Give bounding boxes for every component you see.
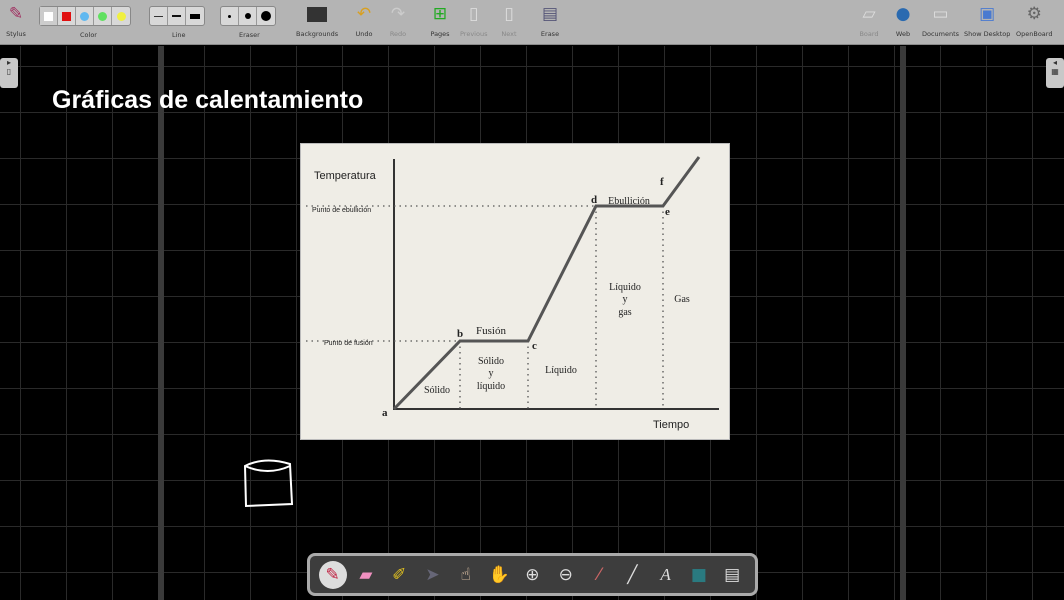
backgrounds-button[interactable]: Backgrounds xyxy=(296,3,338,38)
y-axis-label: Temperatura xyxy=(314,170,377,182)
page-title: Gráficas de calentamiento xyxy=(52,86,364,114)
interact-tool[interactable]: ☝ xyxy=(452,561,480,589)
zoom-in-tool[interactable]: ⊕ xyxy=(518,561,546,589)
grid-background-icon xyxy=(307,7,328,22)
next-page-icon: ▯ xyxy=(504,4,514,24)
main-toolbar: ✎ Stylus Color Line Eraser Backgrounds ↶ U… xyxy=(0,0,1064,45)
line-thick[interactable] xyxy=(186,7,204,25)
openboard-menu-button[interactable]: ⚙ OpenBoard xyxy=(1016,3,1052,38)
eraser-small[interactable] xyxy=(221,7,239,25)
svg-text:Fusión: Fusión xyxy=(476,325,506,337)
gear-icon: ⚙ xyxy=(1026,4,1042,24)
erase-board-icon: ▤ xyxy=(541,4,559,24)
page-border-left xyxy=(158,46,164,600)
line-medium[interactable] xyxy=(168,7,186,25)
svg-text:Sólido: Sólido xyxy=(478,356,504,367)
redo-icon: ↷ xyxy=(390,4,406,24)
svg-text:y: y xyxy=(489,368,494,379)
svg-text:gas: gas xyxy=(618,307,631,318)
erase-button[interactable]: ▤ Erase xyxy=(538,3,562,38)
board-icon: ▱ xyxy=(862,4,876,24)
svg-text:Sólido: Sólido xyxy=(424,385,450,396)
pages-button[interactable]: ⊞ Pages xyxy=(428,3,452,38)
undo-button[interactable]: ↶ Undo xyxy=(352,3,376,38)
color-white[interactable] xyxy=(40,7,58,25)
stylus-icon: ✎ xyxy=(8,4,24,24)
line-width-picker xyxy=(149,6,205,26)
monitor-icon: ▣ xyxy=(979,4,996,24)
undo-icon: ↶ xyxy=(356,4,372,24)
highlighter-tool[interactable]: ✐ xyxy=(385,561,413,589)
svg-text:líquido: líquido xyxy=(477,381,505,392)
board-button[interactable]: ▱ Board xyxy=(857,3,881,38)
color-yellow[interactable] xyxy=(112,7,130,25)
next-button[interactable]: ▯ Next xyxy=(497,3,521,38)
svg-text:f: f xyxy=(660,176,664,188)
svg-text:Líquido: Líquido xyxy=(545,365,577,376)
virtual-keyboard-tool[interactable]: ▤ xyxy=(718,561,746,589)
eraser-tool[interactable]: ▰ xyxy=(352,561,380,589)
heating-curve-image[interactable]: Temperatura Tiempo Punto de ebullición P… xyxy=(300,143,730,440)
color-green[interactable] xyxy=(94,7,112,25)
web-button[interactable]: ● Web xyxy=(891,3,915,38)
eraser-size-picker xyxy=(220,6,276,26)
selector-tool[interactable]: ➤ xyxy=(419,561,447,589)
svg-text:a: a xyxy=(382,407,388,419)
eraser-medium[interactable] xyxy=(239,7,257,25)
svg-text:Ebullición: Ebullición xyxy=(608,196,650,207)
zoom-out-tool[interactable]: ⊖ xyxy=(552,561,580,589)
color-picker xyxy=(39,6,131,26)
x-axis-label: Tiempo xyxy=(653,419,689,431)
svg-text:e: e xyxy=(665,206,670,218)
show-desktop-button[interactable]: ▣ Show Desktop xyxy=(964,3,1010,38)
page-border-right xyxy=(900,46,906,600)
eraser-large[interactable] xyxy=(257,7,275,25)
add-page-icon: ⊞ xyxy=(432,4,448,24)
documents-button[interactable]: ▭ Documents xyxy=(922,3,959,38)
line-tool[interactable]: ╱ xyxy=(618,561,646,589)
tools-dock: ✎ ▰ ✐ ➤ ☝ ✋ ⊕ ⊖ ⁄ ╱ A ■ ▤ xyxy=(307,553,758,596)
right-palette-toggle[interactable]: ◂ ▦ xyxy=(1046,58,1064,88)
stylus-button[interactable]: ✎ Stylus xyxy=(4,3,28,38)
phase-labels: Fusión Ebullición Sólido Sólido y líquid… xyxy=(424,196,690,396)
melting-point-label: Punto de fusión xyxy=(324,340,373,347)
svg-text:b: b xyxy=(457,328,463,340)
svg-text:c: c xyxy=(532,340,537,352)
svg-text:Líquido: Líquido xyxy=(609,282,641,293)
color-red[interactable] xyxy=(58,7,76,25)
svg-text:Gas: Gas xyxy=(674,294,690,305)
folder-icon: ▭ xyxy=(932,4,949,24)
redo-button[interactable]: ↷ Redo xyxy=(386,3,410,38)
globe-icon: ● xyxy=(895,4,911,24)
svg-text:d: d xyxy=(591,194,597,206)
hand-tool[interactable]: ✋ xyxy=(485,561,513,589)
left-palette-toggle[interactable]: ▸ ▯ xyxy=(0,58,18,88)
color-blue[interactable] xyxy=(76,7,94,25)
previous-button[interactable]: ▯ Previous xyxy=(460,3,487,38)
pen-tool[interactable]: ✎ xyxy=(318,560,347,589)
previous-page-icon: ▯ xyxy=(469,4,479,24)
svg-text:y: y xyxy=(623,294,628,305)
hand-drawn-cube[interactable] xyxy=(240,456,300,512)
line-thin[interactable] xyxy=(150,7,168,25)
capture-tool[interactable]: ■ xyxy=(685,561,713,589)
guide-lines xyxy=(306,205,664,409)
laser-pointer-tool[interactable]: ⁄ xyxy=(585,561,613,589)
boiling-point-label: Punto de ebullición xyxy=(312,207,371,214)
text-tool[interactable]: A xyxy=(652,561,680,589)
